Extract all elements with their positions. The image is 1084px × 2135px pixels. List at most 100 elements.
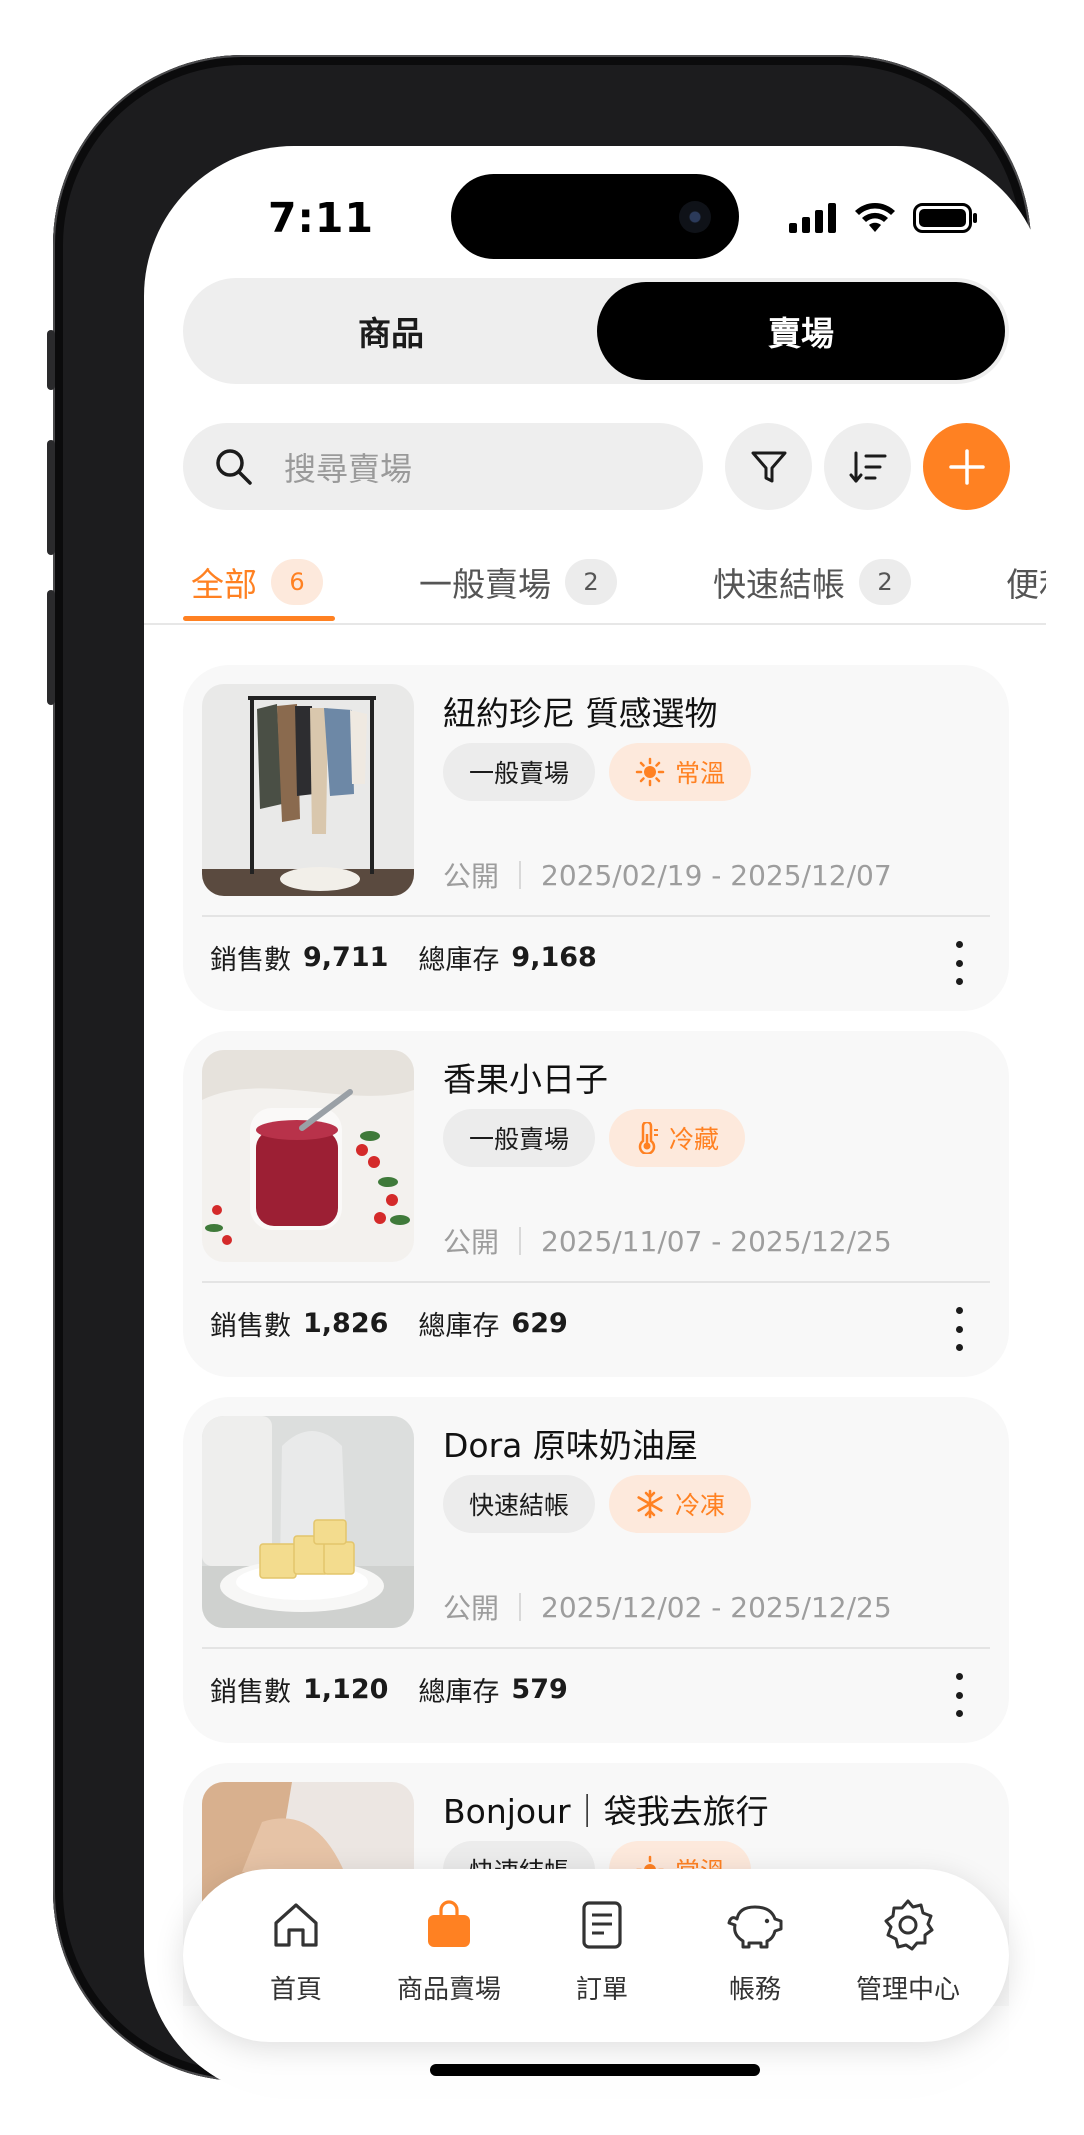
camera-lens — [679, 201, 711, 233]
tab-label: 便利 — [1006, 565, 1046, 604]
sales-label: 銷售數 — [210, 1677, 291, 1708]
phone-frame: 7:11 商品 賣場 搜尋賣場 全部 6 一般賣場 2 快速結帳 2 便 紐約珍… — [47, 55, 1046, 2099]
gear-icon — [884, 1899, 934, 1951]
dynamic-island — [451, 174, 739, 259]
stock-count: 9,168 — [511, 942, 597, 973]
app-screen: 7:11 商品 賣場 搜尋賣場 全部 6 一般賣場 2 快速結帳 2 便 紐約珍… — [144, 146, 1046, 2099]
sales-count: 1,826 — [303, 1308, 389, 1339]
store-thumbnail-clothing — [202, 684, 414, 896]
add-store-button[interactable] — [923, 423, 1010, 510]
thermometer-icon — [638, 1122, 659, 1154]
store-card[interactable]: 香果小日子 一般賣場 冷藏 公開 2025/11/07 - 2025/12/25… — [183, 1031, 1009, 1377]
status-time: 7:11 — [268, 194, 374, 242]
sort-icon — [849, 451, 886, 482]
store-tags: 一般賣場 冷藏 — [443, 1109, 746, 1167]
temperature-chip: 常溫 — [609, 743, 752, 801]
tab-convenience[interactable]: 便利 — [1006, 554, 1046, 610]
sort-button[interactable] — [824, 423, 911, 510]
store-type-chip: 一般賣場 — [443, 743, 596, 801]
stock-count: 629 — [511, 1308, 568, 1339]
tab-quick-checkout[interactable]: 快速結帳 2 — [713, 554, 911, 610]
volume-down-button — [47, 590, 55, 705]
tabs-divider — [144, 623, 1046, 625]
sales-count: 9,711 — [303, 942, 389, 973]
nav-management-center[interactable]: 管理中心 — [833, 1897, 983, 2006]
filter-button[interactable] — [725, 423, 812, 510]
active-tab-indicator — [183, 616, 335, 621]
store-stats: 銷售數 9,711 總庫存 9,168 — [210, 938, 597, 977]
visibility-status: 公開 — [443, 1226, 500, 1259]
sun-icon — [635, 757, 665, 787]
store-meta: 公開 2025/11/07 - 2025/12/25 — [443, 1221, 892, 1261]
more-options-icon[interactable] — [949, 1307, 969, 1351]
store-meta: 公開 2025/02/19 - 2025/12/07 — [443, 855, 892, 895]
tab-label: 一般賣場 — [419, 565, 551, 604]
tab-general-store[interactable]: 一般賣場 2 — [419, 554, 617, 610]
store-type-chip: 快速結帳 — [443, 1475, 596, 1533]
signal-icon — [789, 203, 836, 233]
segment-products[interactable]: 商品 — [187, 282, 595, 380]
store-type-tabs: 全部 6 一般賣場 2 快速結帳 2 便利 — [183, 554, 1046, 621]
nav-home[interactable]: 首頁 — [221, 1897, 371, 2006]
nav-accounting[interactable]: 帳務 — [680, 1897, 830, 2006]
tab-count-badge: 2 — [859, 559, 911, 605]
store-title: Dora 原味奶油屋 — [443, 1426, 698, 1465]
sales-label: 銷售數 — [210, 945, 291, 976]
home-icon — [274, 1903, 318, 1947]
card-divider — [202, 915, 990, 917]
temperature-chip: 冷藏 — [609, 1109, 746, 1167]
store-type-chip: 一般賣場 — [443, 1109, 596, 1167]
store-tags: 一般賣場 常溫 — [443, 743, 752, 801]
date-range: 2025/11/07 - 2025/12/25 — [541, 1224, 892, 1258]
volume-up-button — [47, 440, 55, 555]
store-stats: 銷售數 1,120 總庫存 579 — [210, 1670, 568, 1709]
visibility-status: 公開 — [443, 860, 500, 893]
store-meta: 公開 2025/12/02 - 2025/12/25 — [443, 1587, 892, 1627]
shopping-bag-icon — [428, 1900, 470, 1947]
segmented-control: 商品 賣場 — [183, 278, 1009, 384]
stock-count: 579 — [511, 1674, 568, 1705]
nav-label: 商品賣場 — [396, 1975, 501, 2005]
tab-all[interactable]: 全部 6 — [191, 554, 323, 610]
search-input[interactable]: 搜尋賣場 — [284, 444, 412, 490]
more-options-icon[interactable] — [949, 1673, 969, 1717]
date-range: 2025/12/02 - 2025/12/25 — [541, 1590, 892, 1624]
meta-separator — [519, 861, 522, 889]
plus-icon — [948, 448, 985, 485]
nav-label: 管理中心 — [855, 1975, 960, 2005]
sales-label: 銷售數 — [210, 1311, 291, 1342]
card-divider — [202, 1647, 990, 1649]
meta-separator — [519, 1593, 522, 1621]
store-card[interactable]: Dora 原味奶油屋 快速結帳 冷凍 公開 2025/12/02 - 2025/… — [183, 1397, 1009, 1743]
battery-icon — [913, 203, 977, 233]
segment-stores[interactable]: 賣場 — [597, 282, 1005, 380]
stock-label: 總庫存 — [418, 945, 500, 976]
nav-orders[interactable]: 訂單 — [527, 1897, 677, 2006]
piggy-bank-icon — [727, 1905, 783, 1949]
nav-label: 帳務 — [728, 1975, 781, 2005]
tab-count-badge: 6 — [271, 559, 323, 605]
store-title: 香果小日子 — [443, 1060, 608, 1099]
store-title: 紐約珍尼 質感選物 — [443, 694, 718, 733]
nav-products-stores[interactable]: 商品賣場 — [374, 1897, 524, 2006]
store-card[interactable]: 紐約珍尼 質感選物 一般賣場 常溫 公開 2025/02/19 - 2025/1… — [183, 665, 1009, 1011]
tab-count-badge: 2 — [565, 559, 617, 605]
store-tags: 快速結帳 冷凍 — [443, 1475, 752, 1533]
visibility-status: 公開 — [443, 1592, 500, 1625]
search-icon — [216, 448, 252, 485]
wifi-icon — [855, 203, 895, 232]
more-options-icon[interactable] — [949, 941, 969, 985]
card-divider — [202, 1281, 990, 1283]
sales-count: 1,120 — [303, 1674, 389, 1705]
snowflake-icon — [637, 1489, 663, 1519]
temperature-label: 冷凍 — [675, 1491, 726, 1520]
store-stats: 銷售數 1,826 總庫存 629 — [210, 1304, 568, 1343]
tab-label: 全部 — [191, 565, 257, 604]
search-bar[interactable]: 搜尋賣場 — [183, 423, 703, 510]
temperature-chip: 冷凍 — [609, 1475, 752, 1533]
stock-label: 總庫存 — [418, 1311, 500, 1342]
temperature-label: 常溫 — [675, 759, 726, 788]
filter-icon — [751, 451, 786, 482]
temperature-label: 冷藏 — [669, 1125, 720, 1154]
store-title: Bonjour｜袋我去旅行 — [443, 1792, 769, 1831]
